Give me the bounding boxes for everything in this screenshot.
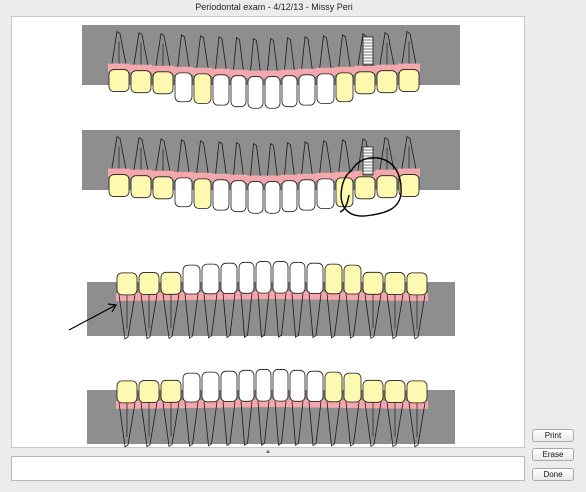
notes-field[interactable]	[11, 456, 525, 481]
chart-canvas[interactable]	[11, 16, 525, 448]
window-title: Periodontal exam - 4/12/13 - Missy Peri	[195, 2, 353, 12]
dental-chart	[68, 25, 460, 448]
erase-button[interactable]: Erase	[532, 448, 574, 461]
implant-post-1	[362, 36, 374, 66]
implant-post-2	[362, 146, 374, 176]
splitter-handle[interactable]: ▲	[264, 449, 272, 455]
done-button[interactable]: Done	[532, 468, 574, 481]
print-button[interactable]: Print	[532, 429, 574, 442]
